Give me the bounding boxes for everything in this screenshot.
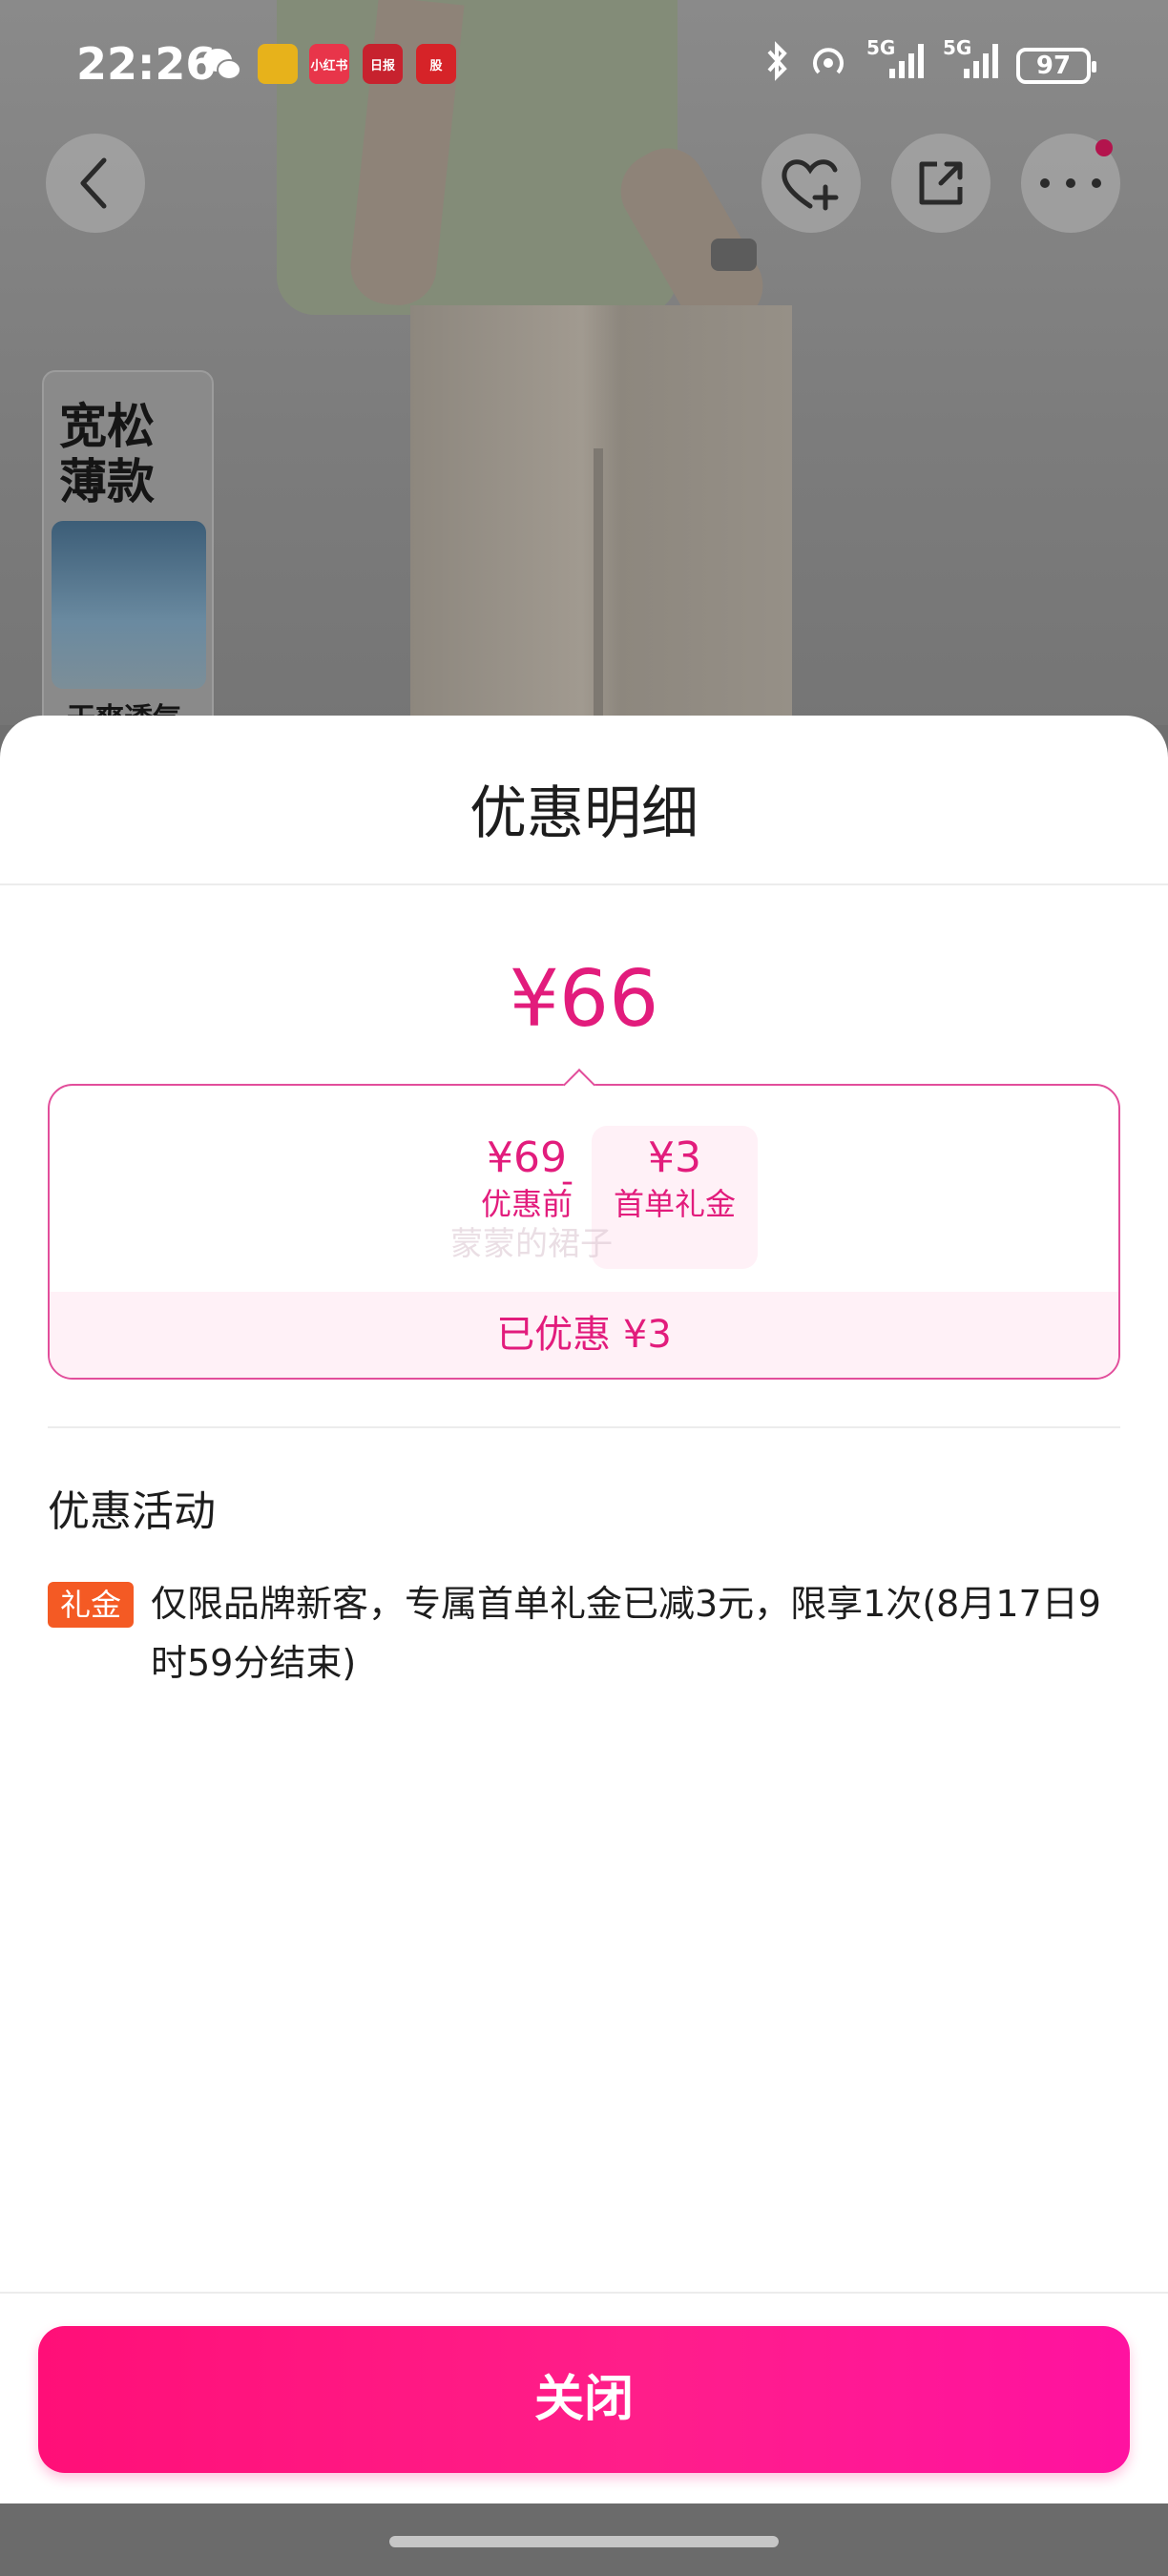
signal-strength-icon: [887, 40, 931, 90]
status-bar: 22:26 小红书 日报 股 5G 5G 97: [0, 0, 1168, 114]
more-dots-icon: [1040, 178, 1101, 188]
product-image-pants-seam: [594, 448, 603, 725]
close-button[interactable]: 关闭: [38, 2326, 1130, 2473]
gift-badge: 礼金: [48, 1582, 134, 1628]
wechat-icon: [202, 44, 242, 84]
sheet-title: 优惠明细: [469, 780, 699, 847]
gift-deduction-item: ¥3 首单礼金: [592, 1126, 758, 1269]
minus-sign: -: [561, 1162, 574, 1201]
signal-strength-icon: [962, 40, 1006, 90]
final-price: ¥66: [509, 954, 659, 1045]
price-calculation-box: ¥69 优惠前 - ¥3 首单礼金 蒙蒙的裙子 已优惠 ¥3: [48, 1084, 1120, 1380]
news-app-icon: 日报: [363, 44, 403, 84]
total-saved-bar: 已优惠 ¥3: [50, 1292, 1118, 1378]
stock-app-icon: 股: [416, 44, 456, 84]
battery-indicator: 97: [1016, 48, 1096, 84]
watermark-text: 蒙蒙的裙子: [450, 1225, 613, 1263]
section-divider: [48, 1426, 1120, 1428]
product-page-background: 22:26 小红书 日报 股 5G 5G 97 宽松 薄款 干爽透气: [0, 0, 1168, 725]
product-promo-tag: 宽松 薄款 干爽透气: [42, 370, 214, 725]
promotion-description: 仅限品牌新客，专属首单礼金已减3元，限享1次(8月17日9时59分结束): [151, 1583, 1101, 1684]
system-navigation-bar: [0, 2503, 1168, 2576]
promotions-section-title: 优惠活动: [48, 1487, 216, 1536]
title-divider: [0, 883, 1168, 885]
discount-detail-sheet: 优惠明细 ¥66 ¥69 优惠前 - ¥3 首单礼金 蒙蒙的裙子 已优惠 ¥3 …: [0, 716, 1168, 2503]
back-arrow-icon: [80, 157, 107, 209]
heart-plus-icon: [782, 159, 839, 211]
back-button[interactable]: [46, 134, 145, 233]
notification-dot: [1095, 139, 1113, 156]
promo-tag-image: [52, 521, 206, 689]
honeycomb-app-icon: [258, 44, 298, 84]
bluetooth-icon: [763, 40, 792, 90]
home-gesture-handle[interactable]: [389, 2536, 779, 2547]
footer-divider: [0, 2292, 1168, 2294]
share-icon: [919, 161, 963, 205]
gift-deduction-value: ¥3: [648, 1133, 701, 1182]
gift-deduction-label: 首单礼金: [613, 1186, 736, 1222]
hotspot-icon: [807, 40, 849, 90]
product-image-watch: [711, 239, 757, 271]
favorite-button[interactable]: [761, 134, 861, 233]
more-button[interactable]: [1021, 134, 1120, 233]
status-clock: 22:26: [76, 38, 217, 90]
xiaohongshu-icon: 小红书: [309, 44, 349, 84]
promo-tag-title: 宽松 薄款: [59, 399, 155, 509]
share-button[interactable]: [891, 134, 991, 233]
